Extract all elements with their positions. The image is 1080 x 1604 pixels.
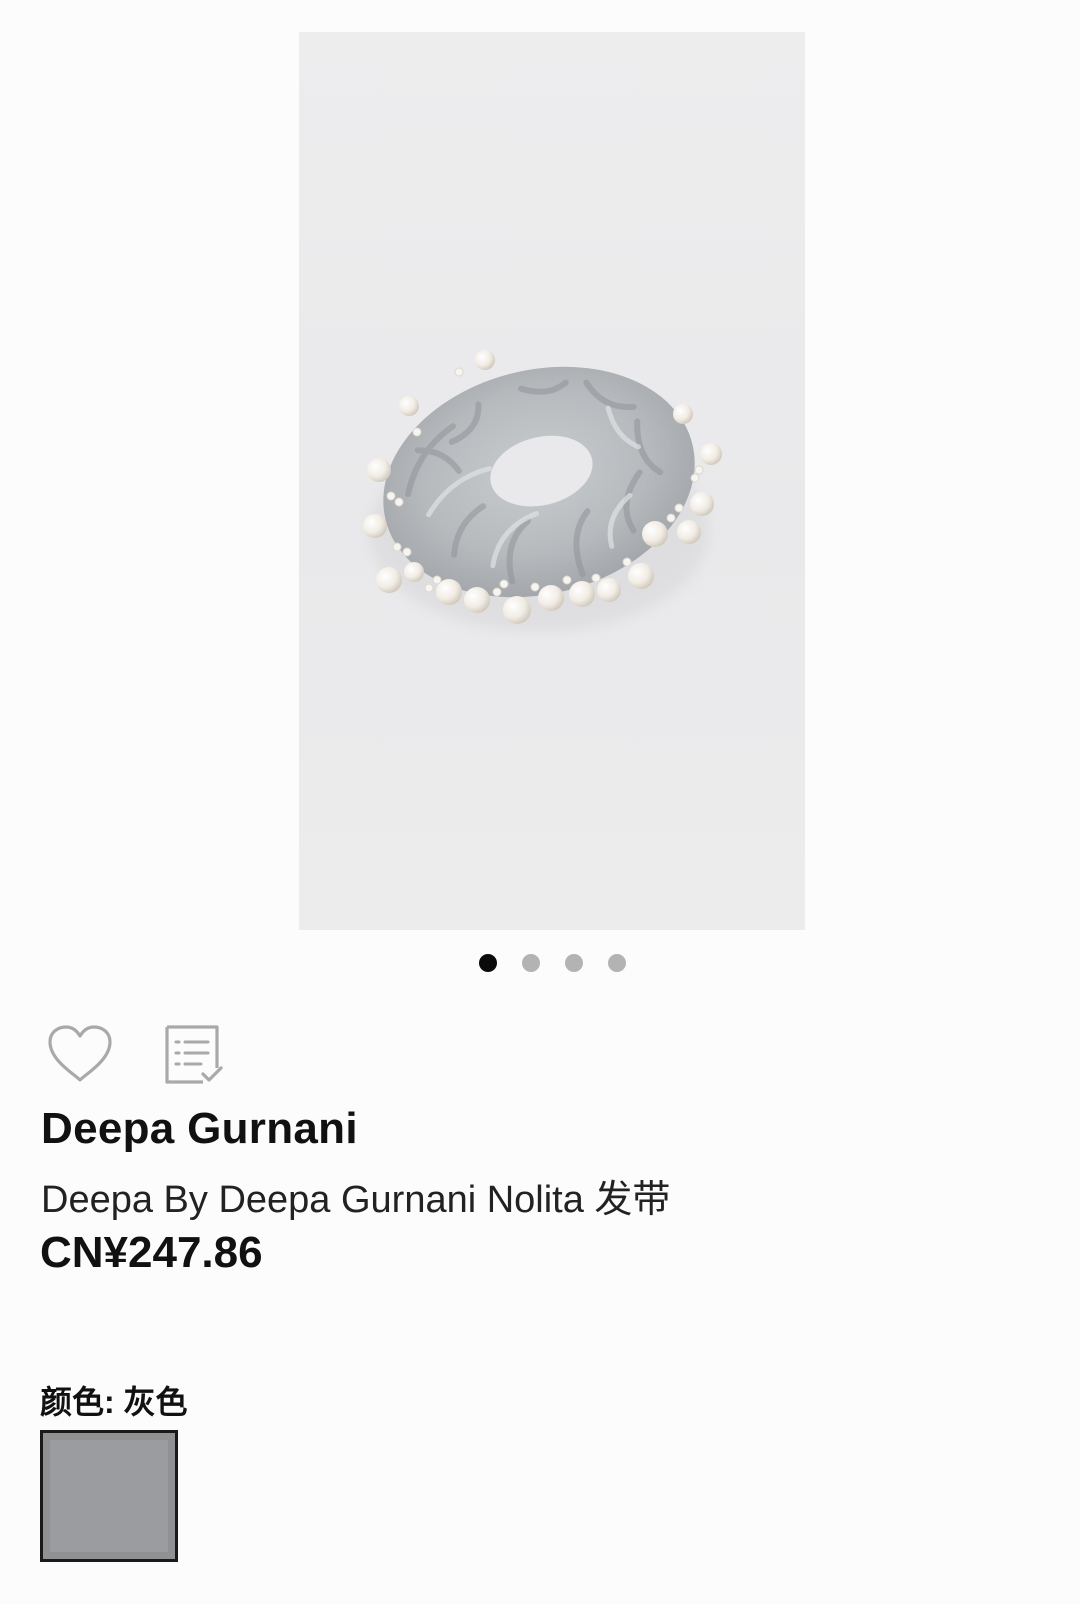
- checklist-icon: [165, 1025, 223, 1084]
- carousel-dot-4[interactable]: [608, 954, 626, 972]
- carousel-indicator: [479, 954, 626, 972]
- heart-icon: [48, 1025, 112, 1082]
- color-swatch-fill: [50, 1440, 168, 1552]
- color-label: 颜色: 灰色: [40, 1384, 188, 1420]
- product-price: CN¥247.86: [40, 1228, 263, 1277]
- add-to-list-button[interactable]: [163, 1024, 227, 1086]
- brand-name[interactable]: Deepa Gurnani: [41, 1104, 358, 1154]
- carousel-dot-2[interactable]: [522, 954, 540, 972]
- product-image[interactable]: [299, 32, 805, 930]
- color-swatch-gray[interactable]: [40, 1430, 178, 1562]
- wishlist-button[interactable]: [46, 1024, 114, 1084]
- scrunchie-illustration: [363, 350, 722, 632]
- carousel-dot-3[interactable]: [565, 954, 583, 972]
- carousel-dot-1[interactable]: [479, 954, 497, 972]
- product-title: Deepa By Deepa Gurnani Nolita 发带: [41, 1179, 671, 1221]
